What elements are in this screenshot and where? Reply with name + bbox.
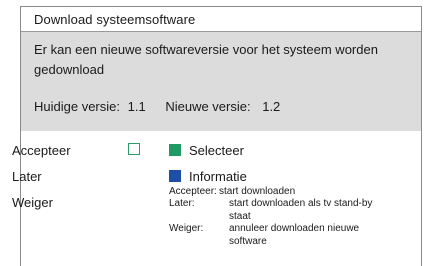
new-version-value: 1.2 (262, 99, 281, 114)
menu-item-later[interactable]: Later (12, 169, 42, 184)
version-row: Huidige versie: 1.1 Nieuwe versie: 1.2 (34, 99, 280, 114)
new-version-label: Nieuwe versie: (165, 99, 251, 114)
accept-checkbox[interactable] (128, 143, 140, 155)
update-message: Er kan een nieuwe softwareversie voor he… (34, 42, 378, 77)
blue-key-icon (169, 170, 181, 182)
current-version-label: Huidige versie: (34, 99, 120, 114)
title-bar: Download systeemsoftware (21, 7, 421, 32)
help-key: Weiger: (169, 223, 204, 234)
menu-item-reject[interactable]: Weiger (12, 195, 53, 210)
help-description: start downloaden als tv stand-by staat (229, 198, 373, 222)
help-row: Later: start downloaden als tv stand-by … (169, 198, 379, 223)
legend-info-label: Informatie (189, 169, 247, 184)
green-key-icon (169, 144, 181, 156)
help-key: Later: (169, 198, 195, 209)
menu-item-accept[interactable]: Accepteer (12, 143, 71, 158)
help-key: Accepteer: (169, 186, 217, 197)
current-version-value: 1.1 (127, 99, 146, 114)
info-panel: Er kan een nieuwe softwareversie voor he… (21, 32, 421, 131)
legend-select-label: Selecteer (189, 143, 244, 158)
dialog-title: Download systeemsoftware (34, 12, 196, 27)
help-text-block: Accepteer: start downloaden Later: start… (169, 186, 379, 248)
help-row: Accepteer: start downloaden (169, 186, 379, 198)
help-row: Weiger: annuleer downloaden nieuwe softw… (169, 223, 379, 248)
